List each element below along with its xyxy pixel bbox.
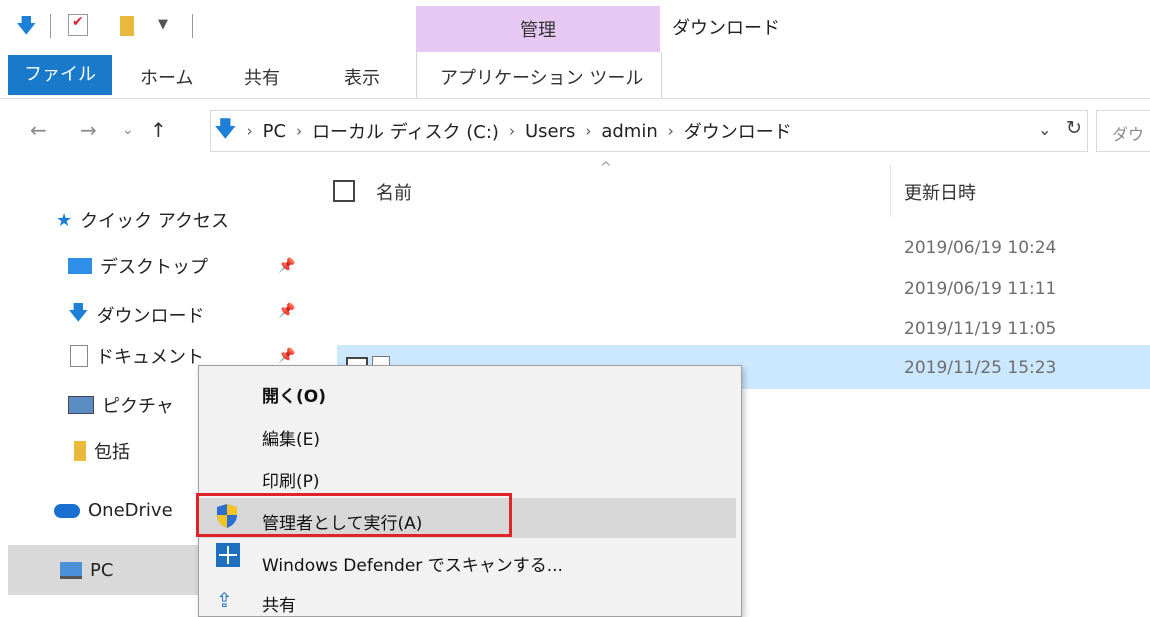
refresh-icon[interactable]: ↻ — [1066, 117, 1082, 139]
sidebar-item-documents[interactable]: ドキュメント — [70, 343, 204, 369]
sort-ascending-icon: ^ — [600, 160, 612, 176]
menu-item-open[interactable]: 開く(O) — [262, 382, 326, 407]
download-arrow-icon[interactable]: 🡇 — [16, 12, 37, 38]
chevron-right-icon[interactable]: › — [668, 122, 674, 140]
defender-icon — [216, 543, 240, 567]
row-date: 2019/06/19 11:11 — [904, 279, 1057, 299]
sidebar-item-onedrive[interactable]: OneDrive — [54, 500, 173, 521]
tab-file[interactable]: ファイル — [8, 55, 112, 95]
document-icon — [70, 345, 88, 367]
tab-view[interactable]: 表示 — [344, 64, 380, 90]
forward-icon[interactable]: → — [80, 118, 97, 142]
column-header-name[interactable]: 名前 — [376, 179, 412, 205]
pictures-icon — [68, 396, 94, 414]
up-icon[interactable]: ↑ — [150, 118, 167, 142]
row-date: 2019/06/19 10:24 — [904, 238, 1057, 258]
chevron-right-icon[interactable]: › — [585, 122, 591, 140]
tab-home[interactable]: ホーム — [140, 64, 193, 90]
sidebar-item-desktop[interactable]: デスクトップ — [68, 253, 208, 279]
manage-tab[interactable]: 管理 — [416, 16, 660, 42]
sidebar-item-downloads[interactable]: 🡇 ダウンロード — [68, 298, 205, 332]
sidebar-item-folder[interactable]: 包括 — [74, 438, 130, 464]
sidebar-item-label: ピクチャ — [102, 396, 174, 417]
pin-icon[interactable]: 📌 — [278, 303, 295, 319]
menu-item-share[interactable]: 共有 — [262, 591, 296, 616]
pin-icon[interactable]: 📌 — [278, 258, 295, 274]
chevron-right-icon[interactable]: › — [296, 122, 302, 140]
address-dropdown-icon[interactable]: ⌄ — [1038, 120, 1051, 139]
breadcrumb-pc[interactable]: PC — [263, 121, 286, 142]
sidebar-item-pictures[interactable]: ピクチャ — [68, 392, 174, 418]
menu-item-defender-scan[interactable]: Windows Defender でスキャンする... — [262, 551, 563, 576]
new-folder-icon[interactable] — [120, 16, 134, 36]
quick-access[interactable]: ★ クイック アクセス — [56, 207, 229, 233]
computer-icon — [60, 562, 82, 579]
window-title: ダウンロード — [672, 18, 780, 39]
back-icon[interactable]: ← — [30, 118, 47, 142]
chevron-right-icon[interactable]: › — [509, 122, 515, 140]
toolbar-divider — [192, 14, 193, 38]
chevron-right-icon[interactable]: › — [247, 122, 253, 140]
sidebar-item-label: デスクトップ — [100, 257, 208, 278]
tab-share[interactable]: 共有 — [244, 64, 280, 90]
checkmark-icon: ✔ — [72, 14, 84, 30]
breadcrumb-admin[interactable]: admin — [601, 121, 657, 142]
sidebar-item-pc[interactable]: PC — [60, 560, 113, 581]
sidebar-item-label: OneDrive — [88, 500, 173, 521]
search-placeholder: ダウ — [1112, 125, 1145, 144]
download-folder-icon: 🡇 — [214, 117, 237, 142]
row-date: 2019/11/25 15:23 — [904, 358, 1057, 378]
column-divider[interactable] — [890, 165, 891, 217]
folder-icon — [74, 441, 86, 461]
select-all-checkbox[interactable] — [333, 180, 355, 202]
column-header-modified[interactable]: 更新日時 — [904, 179, 976, 205]
customize-dropdown-icon[interactable]: ▼ — [158, 12, 168, 38]
desktop-icon — [68, 258, 92, 274]
onedrive-cloud-icon — [54, 503, 80, 518]
sidebar-item-label: ドキュメント — [96, 347, 204, 368]
download-icon: 🡇 — [68, 300, 89, 324]
toolbar-divider — [50, 14, 51, 38]
sidebar-item-label: PC — [90, 560, 114, 581]
breadcrumb-downloads[interactable]: ダウンロード — [684, 118, 792, 144]
share-icon: ⇪ — [216, 588, 233, 612]
breadcrumb: 🡇 › PC › ローカル ディスク (C:) › Users › admin … — [214, 116, 792, 146]
highlight-annotation-box — [196, 493, 512, 537]
quick-access-label: クイック アクセス — [80, 211, 229, 232]
star-icon: ★ — [56, 209, 73, 231]
menu-item-print[interactable]: 印刷(P) — [262, 467, 320, 492]
sidebar-item-label: 包括 — [94, 442, 130, 463]
breadcrumb-users[interactable]: Users — [525, 121, 575, 142]
menu-item-edit[interactable]: 編集(E) — [262, 425, 320, 450]
tab-application-tools[interactable]: アプリケーション ツール — [440, 64, 643, 90]
recent-dropdown-icon[interactable]: ⌄ — [122, 122, 134, 138]
breadcrumb-local-disk[interactable]: ローカル ディスク (C:) — [312, 118, 499, 144]
pin-icon[interactable]: 📌 — [278, 348, 295, 364]
row-date: 2019/11/19 11:05 — [904, 319, 1057, 339]
sidebar-item-label: ダウンロード — [96, 306, 205, 327]
